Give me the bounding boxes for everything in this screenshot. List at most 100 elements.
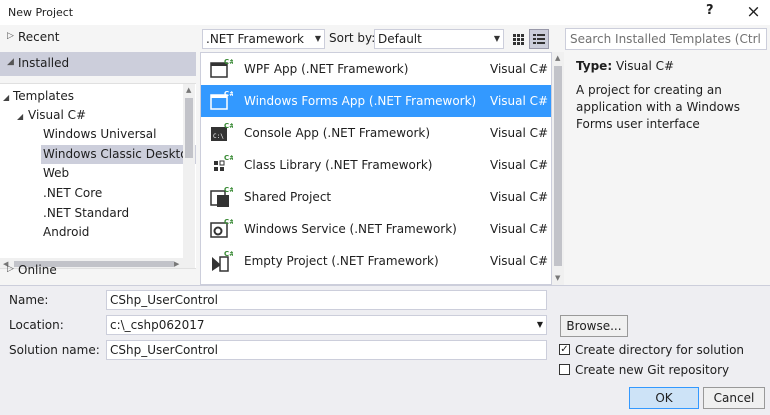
create-git-label: Create new Git repository [575,363,730,377]
tree-node-windows-classic-desktop[interactable]: Windows Classic Desktop [41,145,196,164]
template-description: Type: Visual C# A project for creating a… [566,52,766,285]
template-item[interactable]: C# WPF App (.NET Framework) Visual C# [201,53,551,85]
tree-node-net-standard[interactable]: .NET Standard [43,204,129,223]
template-name: WPF App (.NET Framework) [244,62,409,76]
sort-value: Default [378,32,422,46]
windows-service-icon: C# [210,218,233,238]
svg-text:C#: C# [224,218,233,226]
scroll-thumb[interactable] [185,98,193,158]
search-input[interactable]: Search Installed Templates (Ctrl [565,28,767,50]
shared-project-icon: C# [210,186,233,207]
tree-node-web[interactable]: Web [43,164,69,183]
template-name: Empty Project (.NET Framework) [244,254,439,268]
type-label: Type: [576,59,613,73]
solution-name-label: Solution name: [9,343,100,357]
expand-arrow-icon: ▷ [7,31,14,41]
name-value: CShp_UserControl [110,293,218,307]
windows-forms-icon: C# [210,90,233,110]
checkmark-icon[interactable]: ✓ [559,344,570,355]
framework-select[interactable]: .NET Framework 4.6 ▼ [202,29,325,64]
section-installed-label: Installed [18,56,70,70]
template-list: C# WPF App (.NET Framework) Visual C# C#… [200,52,552,285]
template-item[interactable]: C# Empty Project (.NET Framework) Visual… [201,245,551,277]
template-item[interactable]: C# Shared Project Visual C# [201,181,551,213]
template-item[interactable]: C# Windows Service (.NET Framework) Visu… [201,213,551,245]
sort-select[interactable]: Default ▼ [374,29,504,49]
template-language: Visual C# [490,190,549,204]
svg-text:C#: C# [224,250,233,258]
search-placeholder: Search Installed Templates (Ctrl [570,32,761,46]
svg-text:C#: C# [224,186,233,194]
browse-button[interactable]: Browse... [560,315,628,337]
svg-text:C:\: C:\ [213,133,224,140]
name-label: Name: [9,293,49,307]
console-app-icon: C:\C# [211,122,233,141]
template-item-selected[interactable]: C# Windows Forms App (.NET Framework) Vi… [201,85,551,117]
scroll-down-icon[interactable]: ▼ [555,274,560,282]
tree-node-net-core[interactable]: .NET Core [43,184,102,203]
wpf-app-icon: C# [210,58,233,78]
chevron-down-icon[interactable]: ▼ [537,316,543,334]
tree-node-templates[interactable]: Templates [13,87,74,106]
sort-label: Sort by: [329,31,376,45]
description-text: A project for creating an application wi… [576,83,741,131]
expand-arrow-icon: ▷ [7,264,14,274]
template-language: Visual C# [490,126,549,140]
location-input[interactable]: c:\_cshp062017 ▼ [106,315,547,335]
collapse-arrow-icon[interactable]: ◢ [17,112,23,121]
section-online[interactable]: ▷ Online [0,259,196,283]
section-installed[interactable]: ◢ Installed [0,52,196,76]
tree-node-visual-csharp[interactable]: Visual C# [28,106,86,125]
solution-name-value: CShp_UserControl [110,343,218,357]
small-icons-view-button[interactable] [508,29,528,49]
collapse-arrow-icon[interactable]: ◢ [3,93,9,102]
create-directory-label: Create directory for solution [575,343,745,357]
template-language: Visual C# [490,222,549,236]
close-button[interactable]: × [737,0,770,24]
section-recent-label: Recent [18,30,60,44]
tree-node-windows-universal[interactable]: Windows Universal [43,125,156,144]
template-name: Windows Forms App (.NET Framework) [244,94,477,108]
help-button[interactable]: ? [706,3,714,18]
cancel-button[interactable]: Cancel [703,387,765,409]
template-list-scrollbar[interactable]: ▲ ▼ [552,52,564,285]
template-name: Windows Service (.NET Framework) [244,222,457,236]
category-panel: ▷ Recent ◢ Installed ◢ Templates ◢ Visua… [0,25,196,285]
list-view-button[interactable] [529,29,549,49]
ok-button[interactable]: OK [629,387,699,409]
class-library-icon: C# [214,154,233,171]
project-form: Name: CShp_UserControl Location: c:\_csh… [0,285,770,415]
collapse-arrow-icon: ◢ [7,57,14,67]
template-name: Shared Project [244,190,332,204]
tree-vertical-scrollbar[interactable]: ▲ [183,84,195,268]
template-language: Visual C# [490,158,549,172]
chevron-down-icon: ▼ [493,34,500,43]
list-icon [533,34,545,44]
svg-text:C#: C# [224,154,233,162]
location-label: Location: [9,318,64,332]
template-tree: ◢ Templates ◢ Visual C# Windows Universa… [0,83,196,269]
tree-node-android[interactable]: Android [43,223,89,242]
template-item[interactable]: C# Class Library (.NET Framework) Visual… [201,149,551,181]
template-language: Visual C# [490,62,549,76]
type-value: Visual C# [615,59,675,73]
svg-text:C#: C# [224,90,233,98]
svg-text:C#: C# [224,122,233,130]
template-language: Visual C# [490,94,549,108]
scroll-thumb[interactable] [554,66,562,266]
scroll-up-icon[interactable]: ▲ [555,54,560,62]
grid-icon [513,34,524,45]
scroll-up-icon[interactable]: ▲ [186,86,191,94]
section-online-label: Online [18,263,57,277]
window-title: New Project [8,6,74,19]
name-input[interactable]: CShp_UserControl [106,290,547,310]
template-name: Class Library (.NET Framework) [244,158,433,172]
solution-name-input[interactable]: CShp_UserControl [106,340,547,360]
template-item[interactable]: C:\C# Console App (.NET Framework) Visua… [201,117,551,149]
section-recent[interactable]: ▷ Recent [0,26,196,50]
empty-project-icon: C# [212,250,233,272]
checkbox-icon[interactable] [559,364,570,375]
chevron-down-icon: ▼ [314,34,321,43]
svg-text:C#: C# [224,58,233,66]
template-language: Visual C# [490,254,549,268]
